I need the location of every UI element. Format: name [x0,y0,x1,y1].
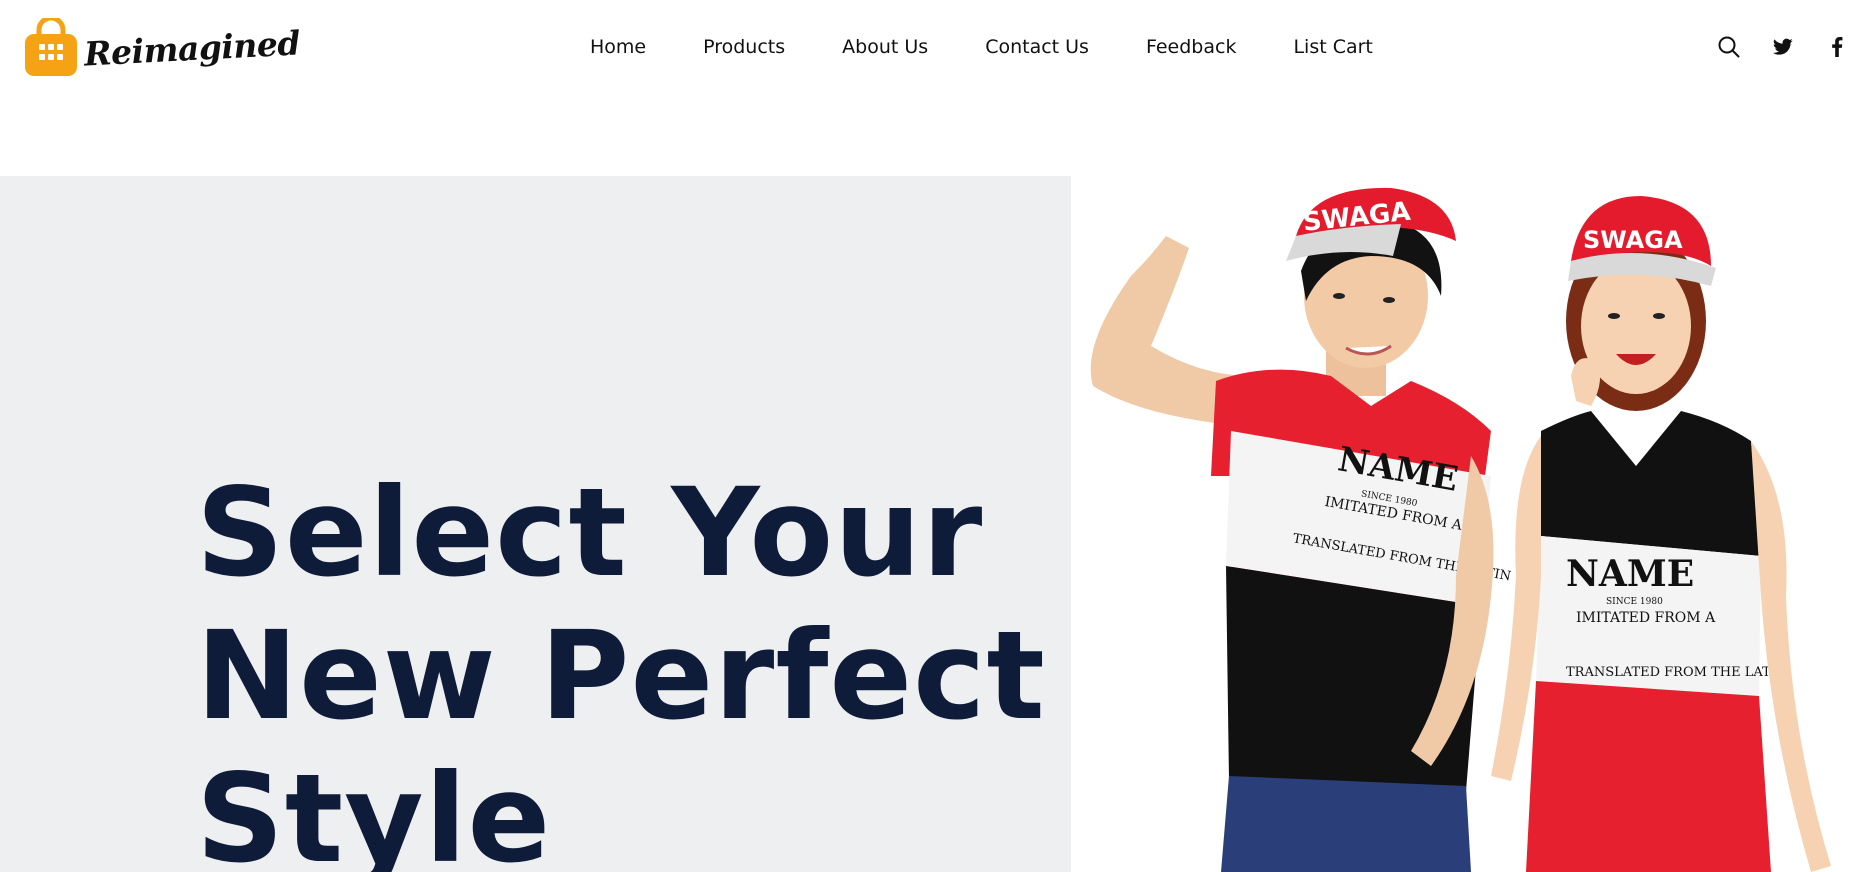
hero-title-line-3: Style [196,748,552,872]
nav-list-cart[interactable]: List Cart [1293,30,1372,64]
hero-title-line-1: Select Your [196,462,984,604]
search-icon [1718,36,1740,58]
hero-section: Select Your New Perfect Style SWAGA NAME… [0,176,1872,872]
hero-title-line-2: New Perfect [196,605,1046,747]
nav-products[interactable]: Products [703,30,785,64]
models-photo: SWAGA NAME SINCE 1980 IMITATED FROM A TR… [1071,176,1872,872]
search-button[interactable] [1714,32,1744,62]
shopping-bag-icon [25,18,77,76]
nav-contact-us[interactable]: Contact Us [985,30,1089,64]
site-header: Reimagined Home Products About Us Contac… [0,0,1872,94]
hero-title: Select Your New Perfect Style [196,462,1056,872]
shirt-text-right-name: NAME [1566,553,1694,595]
nav-feedback[interactable]: Feedback [1146,30,1236,64]
twitter-icon [1773,38,1793,55]
hero-panel: Select Your New Perfect Style [0,176,1071,872]
shirt-text-right-since: SINCE 1980 [1606,597,1663,607]
facebook-icon [1832,37,1843,57]
facebook-link[interactable] [1822,32,1852,62]
shirt-text-right-footer: TRANSLATED FROM THE LATIN [1566,665,1787,680]
hero-image: SWAGA NAME SINCE 1980 IMITATED FROM A TR… [1071,176,1872,872]
header-icons [1690,32,1852,62]
nav-about-us[interactable]: About Us [842,30,928,64]
main-nav: Home Products About Us Contact Us Feedba… [590,30,1430,64]
twitter-link[interactable] [1768,32,1798,62]
brand-logo[interactable]: Reimagined [24,13,301,83]
brand-name: Reimagined [83,22,301,74]
cap-text-right: SWAGA [1583,226,1683,254]
nav-home[interactable]: Home [590,30,646,64]
shirt-text-right-line: IMITATED FROM A [1576,610,1716,626]
